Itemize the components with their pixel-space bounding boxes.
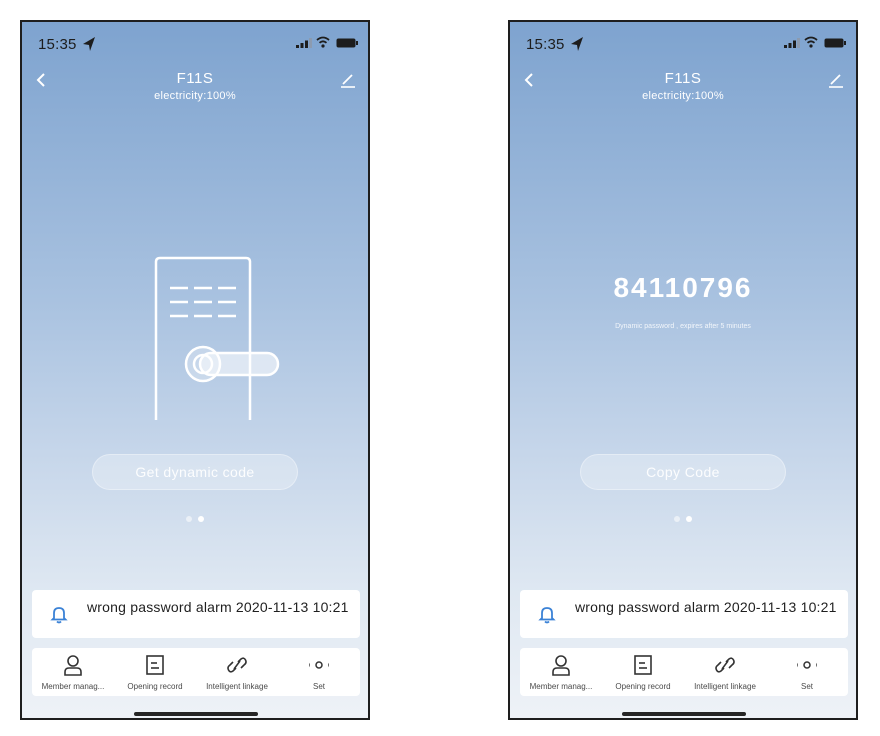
edit-pencil-icon[interactable] (828, 72, 844, 88)
more-dots-icon (797, 661, 817, 669)
alarm-message: wrong password alarm 2020-11-13 10:21 (87, 599, 349, 615)
battery-icon (336, 38, 358, 48)
status-time: 15:35 (38, 36, 77, 53)
signal-icon (784, 38, 800, 48)
home-indicator[interactable] (622, 712, 746, 716)
phone-screen-left: 15:35 F11S electricity:100% Get dynamic … (20, 20, 370, 720)
nav-member-management[interactable]: Member manag... (520, 648, 602, 696)
nav-label: Set (800, 682, 813, 691)
person-icon (64, 655, 82, 676)
location-arrow-icon (83, 37, 95, 51)
more-dots-icon (309, 661, 329, 669)
page-indicator-dot-active[interactable] (686, 516, 692, 522)
copy-code-button[interactable]: Copy Code (580, 454, 786, 490)
nav-label: Opening record (615, 682, 671, 691)
status-bar: 15:35 (22, 22, 368, 66)
nav-intelligent-linkage[interactable]: Intelligent linkage (684, 648, 766, 696)
nav-label: Member manag... (41, 682, 105, 691)
page-indicator-dot[interactable] (674, 516, 680, 522)
alarm-message: wrong password alarm 2020-11-13 10:21 (575, 599, 837, 615)
battery-icon (824, 38, 846, 48)
link-icon (715, 657, 735, 673)
link-icon (227, 657, 247, 673)
nav-set[interactable]: Set (766, 648, 848, 696)
status-time: 15:35 (526, 36, 565, 53)
door-lock-illustration-icon (154, 256, 280, 420)
bottom-navigation: Member manag... Opening record Intellige… (32, 648, 360, 696)
dynamic-password-code: 84110796 (613, 272, 753, 303)
status-bar: 15:35 (510, 22, 856, 66)
document-icon (146, 655, 164, 675)
device-title: F11S (176, 70, 214, 87)
nav-label: Intelligent linkage (206, 682, 268, 691)
nav-label: Member manag... (529, 682, 593, 691)
edit-pencil-icon[interactable] (340, 72, 356, 88)
nav-opening-record[interactable]: Opening record (114, 648, 196, 696)
home-indicator[interactable] (134, 712, 258, 716)
alarm-notification[interactable]: wrong password alarm 2020-11-13 10:21 (32, 590, 360, 638)
device-title: F11S (664, 70, 702, 87)
code-expiry-note: Dynamic password , expires after 5 minut… (615, 323, 751, 330)
nav-label: Intelligent linkage (694, 682, 756, 691)
nav-member-management[interactable]: Member manag... (32, 648, 114, 696)
nav-set[interactable]: Set (278, 648, 360, 696)
nav-label: Opening record (127, 682, 183, 691)
bell-icon (538, 607, 556, 624)
battery-level-text: electricity:100% (154, 90, 236, 102)
location-arrow-icon (571, 37, 583, 51)
nav-label: Set (312, 682, 325, 691)
battery-level-text: electricity:100% (642, 90, 724, 102)
wifi-icon (316, 36, 330, 48)
phone-screen-right: 15:35 F11S electricity:100% 84110796 Dyn… (508, 20, 858, 720)
nav-opening-record[interactable]: Opening record (602, 648, 684, 696)
bottom-navigation: Member manag... Opening record Intellige… (520, 648, 848, 696)
get-dynamic-code-button[interactable]: Get dynamic code (92, 454, 298, 490)
page-indicator-dot-active[interactable] (198, 516, 204, 522)
person-icon (552, 655, 570, 676)
nav-intelligent-linkage[interactable]: Intelligent linkage (196, 648, 278, 696)
signal-icon (296, 38, 312, 48)
alarm-notification[interactable]: wrong password alarm 2020-11-13 10:21 (520, 590, 848, 638)
page-indicator-dot[interactable] (186, 516, 192, 522)
document-icon (634, 655, 652, 675)
bell-icon (50, 607, 68, 624)
wifi-icon (804, 36, 818, 48)
